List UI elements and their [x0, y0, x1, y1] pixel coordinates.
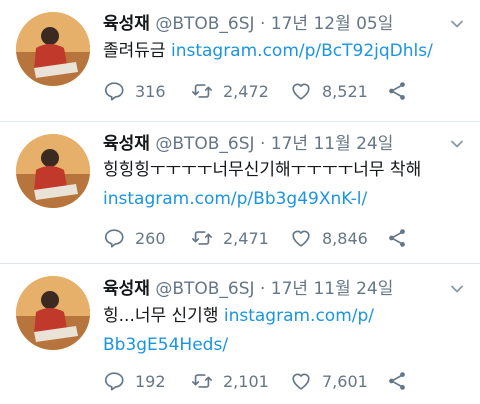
chevron-down-icon[interactable]	[450, 282, 464, 296]
retweet-button[interactable]: 2,472	[191, 78, 269, 104]
reply-count: 260	[135, 228, 166, 248]
tweet[interactable]: 육성재 @BTOB_6SJ · 17년 12월 05일 졸려듀금 instagr…	[0, 0, 480, 121]
like-button[interactable]: 8,846	[290, 225, 368, 251]
tweet-date[interactable]: 17년 11월 24일	[271, 279, 394, 299]
heart-icon	[290, 80, 312, 102]
retweet-count: 2,471	[223, 228, 269, 248]
tweet-text-line: 힝힝힝ㅜㅜㅜㅜ너무신기해ㅜㅜㅜㅜ너무 착해	[103, 156, 467, 185]
retweet-icon	[191, 227, 213, 249]
display-name[interactable]: 육성재	[103, 279, 150, 299]
retweet-count: 2,101	[223, 371, 269, 391]
tweet-text-line: instagram.com/p/Bb3g49XnK-l/	[103, 185, 467, 214]
tweet-text-content: 힝힝힝ㅜㅜㅜㅜ너무신기해ㅜㅜㅜㅜ너무 착해	[103, 160, 422, 180]
retweet-count: 2,472	[223, 81, 269, 101]
tweet-text-line: 졸려듀금 instagram.com/p/BcT92jqDhls/	[103, 37, 467, 66]
separator: ·	[259, 279, 266, 299]
tweet-text-content: 힝...너무 신기행	[103, 306, 224, 326]
tweet-date[interactable]: 17년 11월 24일	[271, 134, 394, 154]
avatar[interactable]	[16, 276, 90, 350]
like-count: 7,601	[322, 371, 368, 391]
tweet-link[interactable]: Bb3gE54Heds/	[103, 335, 228, 355]
share-icon	[386, 227, 408, 249]
display-name[interactable]: 육성재	[103, 14, 150, 34]
avatar-image	[16, 12, 90, 86]
share-button[interactable]	[386, 78, 408, 104]
tweet-text: 힝...너무 신기행 instagram.com/p/ Bb3gE54Heds/	[103, 302, 467, 360]
user-handle[interactable]: @BTOB_6SJ	[155, 279, 254, 299]
tweet-text-line: 힝...너무 신기행 instagram.com/p/	[103, 302, 467, 331]
tweet-header: 육성재 @BTOB_6SJ · 17년 11월 24일	[103, 277, 393, 301]
tweet-actions: 260 2,471 8,846	[103, 225, 423, 251]
tweet[interactable]: 육성재 @BTOB_6SJ · 17년 11월 24일 힝...너무 신기행 i…	[0, 264, 480, 404]
tweet-header: 육성재 @BTOB_6SJ · 17년 12월 05일	[103, 12, 393, 36]
like-count: 8,846	[322, 228, 368, 248]
share-icon	[386, 370, 408, 392]
avatar[interactable]	[16, 12, 90, 86]
tweet-header: 육성재 @BTOB_6SJ · 17년 11월 24일	[103, 132, 393, 156]
heart-icon	[290, 370, 312, 392]
share-icon	[386, 80, 408, 102]
tweet-text: 힝힝힝ㅜㅜㅜㅜ너무신기해ㅜㅜㅜㅜ너무 착해 instagram.com/p/Bb…	[103, 156, 467, 214]
reply-icon	[103, 370, 125, 392]
tweet-text-line: Bb3gE54Heds/	[103, 331, 467, 360]
separator: ·	[259, 14, 266, 34]
tweet-actions: 192 2,101 7,601	[103, 368, 423, 394]
chevron-down-icon[interactable]	[450, 17, 464, 31]
share-button[interactable]	[386, 368, 408, 394]
reply-button[interactable]: 316	[103, 78, 166, 104]
reply-button[interactable]: 260	[103, 225, 166, 251]
avatar-image	[16, 134, 90, 208]
reply-icon	[103, 227, 125, 249]
user-handle[interactable]: @BTOB_6SJ	[155, 134, 254, 154]
heart-icon	[290, 227, 312, 249]
tweet[interactable]: 육성재 @BTOB_6SJ · 17년 11월 24일 힝힝힝ㅜㅜㅜㅜ너무신기해…	[0, 122, 480, 263]
reply-count: 192	[135, 371, 166, 391]
tweet-link[interactable]: instagram.com/p/	[224, 306, 374, 326]
display-name[interactable]: 육성재	[103, 134, 150, 154]
chevron-down-icon[interactable]	[450, 137, 464, 151]
share-button[interactable]	[386, 225, 408, 251]
reply-button[interactable]: 192	[103, 368, 166, 394]
tweet-link[interactable]: instagram.com/p/Bb3g49XnK-l/	[103, 189, 367, 209]
like-count: 8,521	[322, 81, 368, 101]
tweet-link[interactable]: instagram.com/p/BcT92jqDhls/	[171, 41, 433, 61]
tweet-text-content: 졸려듀금	[103, 41, 171, 61]
retweet-button[interactable]: 2,471	[191, 225, 269, 251]
retweet-icon	[191, 370, 213, 392]
user-handle[interactable]: @BTOB_6SJ	[155, 14, 254, 34]
like-button[interactable]: 7,601	[290, 368, 368, 394]
separator: ·	[259, 134, 266, 154]
tweet-text: 졸려듀금 instagram.com/p/BcT92jqDhls/	[103, 37, 467, 66]
tweet-actions: 316 2,472 8,521	[103, 78, 423, 104]
reply-icon	[103, 80, 125, 102]
avatar[interactable]	[16, 134, 90, 208]
like-button[interactable]: 8,521	[290, 78, 368, 104]
reply-count: 316	[135, 81, 166, 101]
retweet-icon	[191, 80, 213, 102]
retweet-button[interactable]: 2,101	[191, 368, 269, 394]
avatar-image	[16, 276, 90, 350]
tweet-date[interactable]: 17년 12월 05일	[271, 14, 394, 34]
